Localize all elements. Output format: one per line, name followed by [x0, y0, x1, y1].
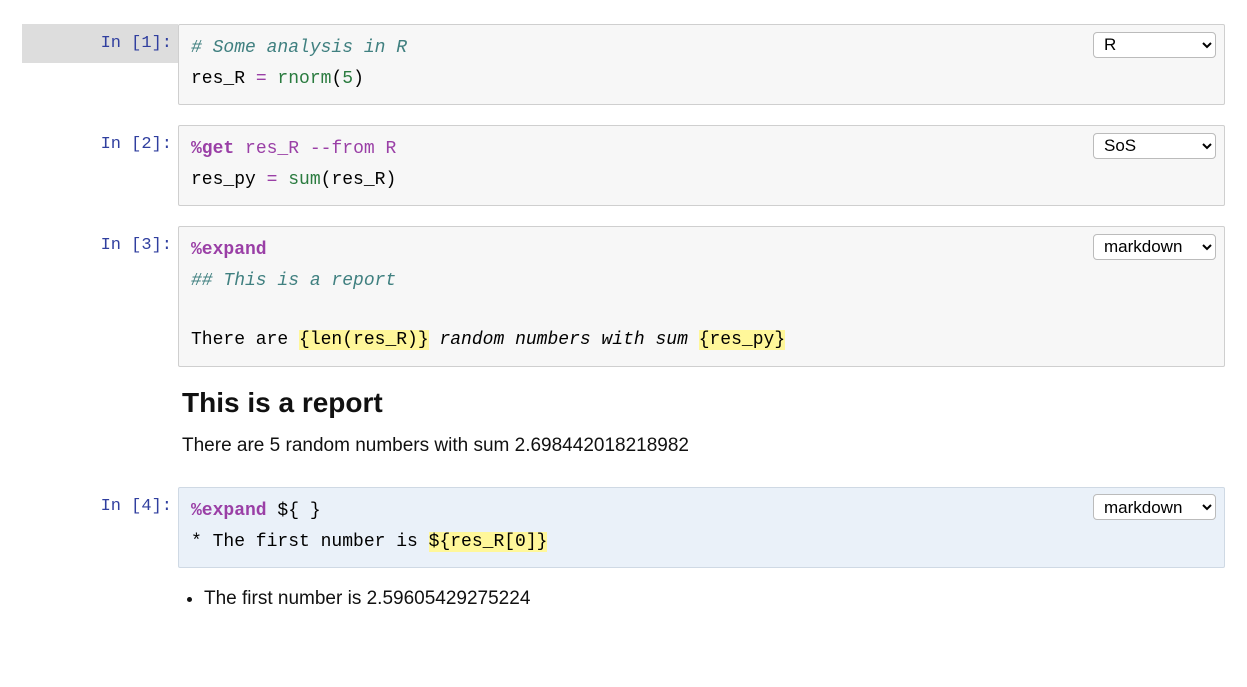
code-input[interactable]: R SoS markdown # Some analysis in R res_…: [178, 24, 1225, 105]
code-line: ## This is a report: [191, 266, 1212, 297]
code-line: %expand ${ }: [191, 496, 1212, 527]
cell-body: R SoS markdown %expand ${ } * The first …: [178, 487, 1225, 616]
prompt-col: In [1]:: [22, 24, 178, 63]
cell-body: R SoS markdown %get res_R --from R res_p…: [178, 125, 1225, 206]
magic-token: %expand: [191, 501, 267, 521]
code-input[interactable]: R SoS markdown %get res_R --from R res_p…: [178, 125, 1225, 206]
code-line: res_py = sum(res_R): [191, 165, 1212, 196]
comment-token: # Some analysis in R: [191, 38, 407, 58]
cell-2[interactable]: In [2]: R SoS markdown %get res_R --from…: [22, 121, 1225, 210]
operator-token: =: [267, 170, 289, 190]
output-heading: This is a report: [182, 387, 1221, 419]
arg-token: res_R: [245, 139, 299, 159]
var-token: res_R: [191, 69, 256, 89]
prompt-col: In [3]:: [22, 226, 178, 265]
heading-token: ## This is a report: [191, 271, 396, 291]
code-input[interactable]: R SoS markdown %expand ## This is a repo…: [178, 226, 1225, 367]
kernel-select-wrap: R SoS markdown: [1093, 233, 1216, 264]
prompt-label: In [3]:: [101, 236, 172, 255]
code-line: # Some analysis in R: [191, 33, 1212, 64]
cell-3[interactable]: In [3]: R SoS markdown %expand ## This i…: [22, 222, 1225, 471]
kernel-select[interactable]: R SoS markdown: [1093, 234, 1216, 260]
output-paragraph: There are 5 random numbers with sum 2.69…: [182, 435, 1221, 457]
code-line: There are {len(res_R)} random numbers wi…: [191, 325, 1212, 356]
var-token: res_R: [331, 170, 385, 190]
highlight-token: {res_py}: [699, 330, 785, 350]
kernel-select[interactable]: R SoS markdown: [1093, 133, 1216, 159]
highlight-token: ${res_R[0]}: [429, 532, 548, 552]
text-token: There are: [191, 330, 299, 350]
cell-1[interactable]: In [1]: R SoS markdown # Some analysis i…: [22, 20, 1225, 109]
output-list: The first number is 2.59605429275224: [204, 588, 1221, 610]
code-line: %expand: [191, 235, 1212, 266]
text-token: * The first number is: [191, 532, 429, 552]
var-token: res_py: [191, 170, 267, 190]
italic-token: random numbers with sum: [429, 330, 699, 350]
code-line: * The first number is ${res_R[0]}: [191, 527, 1212, 558]
kernel-select-wrap: R SoS markdown: [1093, 132, 1216, 163]
blank-line: [191, 297, 1212, 326]
paren-token: ): [385, 170, 396, 190]
magic-token: %expand: [191, 240, 267, 260]
arg-token: --from R: [310, 139, 396, 159]
prompt-col: In [4]:: [22, 487, 178, 526]
prompt-label: In [2]:: [101, 135, 172, 154]
paren-token: (: [331, 69, 342, 89]
output-area: This is a report There are 5 random numb…: [178, 375, 1225, 467]
kernel-select-wrap: R SoS markdown: [1093, 31, 1216, 62]
prompt-col: In [2]:: [22, 125, 178, 164]
cell-4[interactable]: In [4]: R SoS markdown %expand ${ } * Th…: [22, 483, 1225, 620]
paren-token: ): [353, 69, 364, 89]
prompt-label: In [4]:: [101, 497, 172, 516]
paren-token: (: [321, 170, 332, 190]
operator-token: =: [256, 69, 278, 89]
code-line: %get res_R --from R: [191, 134, 1212, 165]
func-token: rnorm: [277, 69, 331, 89]
cell-body: R SoS markdown %expand ## This is a repo…: [178, 226, 1225, 467]
prompt-label: In [1]:: [101, 34, 172, 53]
code-line: res_R = rnorm(5): [191, 64, 1212, 95]
kernel-select[interactable]: R SoS markdown: [1093, 494, 1216, 520]
number-token: 5: [342, 69, 353, 89]
text-token: ${ }: [267, 501, 321, 521]
cell-body: R SoS markdown # Some analysis in R res_…: [178, 24, 1225, 105]
output-area: The first number is 2.59605429275224: [178, 576, 1225, 616]
output-list-item: The first number is 2.59605429275224: [204, 588, 1221, 610]
func-token: sum: [288, 170, 320, 190]
kernel-select[interactable]: R SoS markdown: [1093, 32, 1216, 58]
code-input[interactable]: R SoS markdown %expand ${ } * The first …: [178, 487, 1225, 568]
magic-token: %get: [191, 139, 234, 159]
kernel-select-wrap: R SoS markdown: [1093, 494, 1216, 525]
highlight-token: {len(res_R)}: [299, 330, 429, 350]
